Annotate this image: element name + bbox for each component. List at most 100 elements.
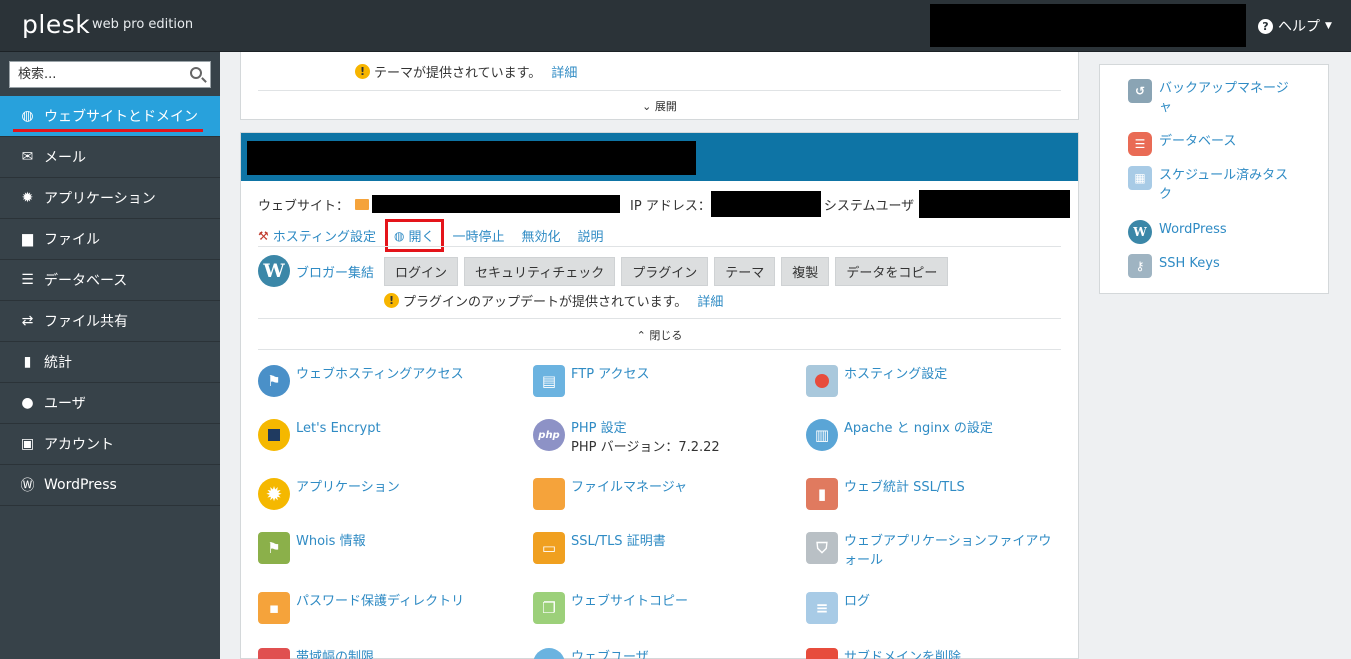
tool-whois[interactable]: ⚑ Whois 情報 (258, 532, 366, 564)
databases-link[interactable]: ☰ データベース (1128, 132, 1236, 156)
redacted-website-url (372, 195, 621, 213)
tool-label: ウェブホスティングアクセス (296, 367, 464, 382)
tool-web-stats[interactable]: ▮ ウェブ統計 SSL/TLS (806, 478, 965, 510)
sidebar-item-file-sharing[interactable]: ⇄ ファイル共有 (0, 301, 220, 342)
sidebar-item-files[interactable]: ▆ ファイル (0, 219, 220, 260)
item-label: ャ (1159, 100, 1173, 115)
sidebar-item-users[interactable]: ● ユーザ (0, 383, 220, 424)
wordpress-link[interactable]: W WordPress (1128, 220, 1227, 244)
flag-icon: ⚑ (258, 532, 290, 564)
sidebar-item-label: ウェブサイトとドメイン (44, 109, 198, 125)
wp-login-button[interactable]: ログイン (384, 256, 459, 286)
bandwidth-icon: ↗ (258, 648, 290, 659)
details-link[interactable]: 詳細 (697, 291, 723, 310)
ssh-keys-link[interactable]: ⚷ SSH Keys (1128, 254, 1220, 278)
details-link[interactable]: 詳細 (551, 62, 577, 81)
globe-flag-icon: ⚑ (258, 365, 290, 397)
tool-applications[interactable]: ✹ アプリケーション (258, 478, 400, 510)
sidebar-item-mail[interactable]: ✉ メール (0, 137, 220, 178)
folder-lock-icon: ▪ (258, 592, 290, 624)
sidebar-item-label: ユーザ (44, 396, 86, 412)
system-user-label: システムユーザ (823, 198, 915, 214)
notice-text: プラグインのアップデートが提供されています。 (403, 295, 688, 310)
sidebar-nav: ◍ ウェブサイトとドメイン ✉ メール ✹ アプリケーション ▆ ファイル ☰ … (0, 96, 220, 506)
backup-icon: ↺ (1128, 79, 1152, 103)
tool-file-manager[interactable]: ファイルマネージャ (533, 478, 687, 510)
database-icon: ☰ (1128, 132, 1152, 156)
sidebar-item-wordpress[interactable]: Ⓦ WordPress (0, 465, 220, 506)
tool-logs[interactable]: ≡ ログ (806, 592, 870, 624)
sidebar-item-statistics[interactable]: ▮ 統計 (0, 342, 220, 383)
tool-hosting-settings[interactable]: ホスティング設定 (806, 365, 947, 397)
wp-copy-data-button[interactable]: データをコピー (835, 256, 949, 286)
sidebar-item-applications[interactable]: ✹ アプリケーション (0, 178, 220, 219)
wp-clone-button[interactable]: 複製 (781, 256, 830, 286)
globe-icon: ◍ (21, 108, 34, 124)
disable-link[interactable]: 無効化 (522, 226, 561, 245)
description-link[interactable]: 説明 (578, 226, 604, 245)
tool-web-hosting-access[interactable]: ⚑ ウェブホスティングアクセス (258, 365, 464, 397)
item-label: ク (1159, 187, 1173, 202)
open-site-link[interactable]: ◍ 開く (385, 219, 444, 252)
site-info-row: ウェブサイト： IP アドレス： システムユーザ (258, 190, 1071, 218)
stats-lock-icon: ▮ (806, 478, 838, 510)
tool-apache-nginx[interactable]: ▥ Apache と nginx の設定 (806, 419, 993, 451)
redacted-ip (710, 191, 821, 217)
wordpress-row: W ブロガー集結 ログイン セキュリティチェック プラグイン テーマ 複製 デー… (258, 255, 954, 287)
calendar-icon: ▦ (1128, 166, 1152, 190)
shield-icon: ⛉ (806, 532, 838, 564)
tool-label: ウェブユーザ (571, 650, 649, 659)
php-version: PHP バージョン：7.2.22 (571, 440, 720, 455)
sidebar-item-websites-domains[interactable]: ◍ ウェブサイトとドメイン (0, 96, 220, 137)
tool-remove-subdomain[interactable]: ✕ サブドメインを削除 (806, 648, 961, 659)
web-users-icon: ● (533, 648, 565, 659)
tool-label: SSL/TLS 証明書 (571, 534, 666, 549)
sidebar-item-label: ファイル共有 (44, 314, 128, 330)
wp-plugins-button[interactable]: プラグイン (621, 256, 709, 286)
item-label: データベース (1159, 134, 1237, 149)
tool-ftp-access[interactable]: ▤ FTP アクセス (533, 365, 650, 397)
tool-password-protected-dirs[interactable]: ▪ パスワード保護ディレクトリ (258, 592, 464, 624)
expand-toggle[interactable]: ⌄ 展開 (241, 98, 1078, 114)
tool-label: アプリケーション (296, 480, 400, 495)
tool-bandwidth-limit[interactable]: ↗ 帯域幅の制限 (258, 648, 374, 659)
sidebar-item-databases[interactable]: ☰ データベース (0, 260, 220, 301)
backup-manager-link[interactable]: ↺ バックアップマネージャ (1128, 79, 1289, 117)
tool-ssl-certificates[interactable]: ▭ SSL/TLS 証明書 (533, 532, 666, 564)
hosting-settings-link[interactable]: ⚒ ホスティング設定 (258, 226, 376, 246)
item-label: WordPress (1159, 222, 1227, 237)
php-icon: php (533, 419, 565, 451)
folder-icon (533, 478, 565, 510)
wrench-icon: ⚒ (258, 228, 269, 243)
redacted-domain-name (247, 141, 696, 175)
mail-icon: ✉ (21, 149, 34, 165)
ftp-folder-icon: ▤ (533, 365, 565, 397)
collapse-toggle[interactable]: ⌃ 閉じる (241, 327, 1078, 343)
user-icon: ● (21, 395, 34, 411)
help-menu[interactable]: ? ヘルプ ▼ (1258, 16, 1332, 36)
wp-themes-button[interactable]: テーマ (714, 256, 776, 286)
tool-waf[interactable]: ⛉ ウェブアプリケーションファイアウ ォール (806, 532, 1051, 570)
search-icon[interactable] (190, 67, 202, 79)
remove-icon: ✕ (806, 648, 838, 659)
wp-security-check-button[interactable]: セキュリティチェック (464, 256, 616, 286)
account-icon: ▣ (20, 436, 35, 452)
sidebar: ◍ ウェブサイトとドメイン ✉ メール ✹ アプリケーション ▆ ファイル ☰ … (0, 52, 220, 659)
wp-site-link[interactable]: ブロガー集結 (296, 262, 374, 281)
bar-chart-icon: ▮ (23, 354, 32, 370)
tool-label: ファイルマネージャ (571, 480, 688, 495)
tool-label: FTP アクセス (571, 367, 650, 382)
suspend-link[interactable]: 一時停止 (453, 226, 505, 245)
tool-php-settings[interactable]: php PHP 設定 PHP バージョン：7.2.22 (533, 419, 720, 457)
tool-label: ホスティング設定 (844, 367, 948, 382)
tool-web-users[interactable]: ● ウェブユーザ (533, 648, 649, 659)
collapse-label: 閉じる (649, 329, 683, 342)
scheduled-tasks-link[interactable]: ▦ スケジュール済みタスク (1128, 166, 1288, 204)
search-input[interactable] (10, 62, 180, 87)
top-bar: plesk web pro edition ? ヘルプ ▼ (0, 0, 1351, 52)
sidebar-item-account[interactable]: ▣ アカウント (0, 424, 220, 465)
sidebar-item-label: アプリケーション (44, 191, 156, 207)
tool-lets-encrypt[interactable]: Let's Encrypt (258, 419, 381, 451)
plesk-logo[interactable]: plesk (22, 10, 90, 39)
tool-website-copy[interactable]: ❐ ウェブサイトコピー (533, 592, 688, 624)
